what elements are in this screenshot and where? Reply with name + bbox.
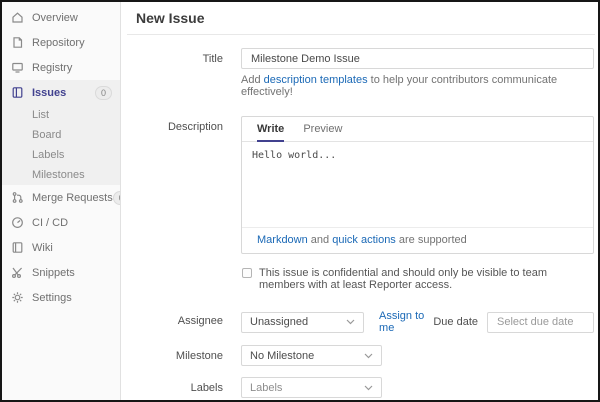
sidebar-item-ci-cd[interactable]: CI / CD (2, 210, 120, 235)
gitlab-new-issue-page: Overview Repository Registry Issues 0 (0, 0, 600, 402)
sidebar-item-label: List (32, 109, 49, 121)
due-date-input[interactable] (487, 312, 594, 333)
assignee-row: Assignee Unassigned Assign to me Due dat… (122, 310, 594, 334)
assignee-value: Unassigned (250, 316, 308, 328)
sidebar-item-label: Issues (32, 87, 66, 99)
description-label: Description (122, 116, 223, 133)
sidebar-item-label: Settings (32, 292, 72, 304)
chevron-down-icon (364, 385, 373, 391)
gauge-icon (11, 216, 24, 229)
sidebar-item-registry[interactable]: Registry (2, 55, 120, 80)
sidebar-item-list[interactable]: List (2, 105, 120, 125)
sidebar-item-label: Wiki (32, 242, 53, 254)
page-title: New Issue (127, 2, 595, 35)
milestone-label: Milestone (122, 345, 223, 362)
labels-label: Labels (122, 377, 223, 394)
due-date-label: Due date (433, 316, 478, 328)
sidebar-item-label: Milestones (32, 169, 85, 181)
sidebar-item-repository[interactable]: Repository (2, 30, 120, 55)
confidential-label-spacer (122, 267, 223, 272)
footer-mid-text: and (308, 234, 332, 246)
sidebar-item-label: Board (32, 129, 61, 141)
gear-icon (11, 291, 24, 304)
sidebar-item-label: Overview (32, 12, 78, 24)
sidebar-item-settings[interactable]: Settings (2, 285, 120, 310)
assign-to-me-link[interactable]: Assign to me (379, 310, 433, 334)
issues-icon (11, 86, 24, 99)
sidebar-item-label: Registry (32, 62, 72, 74)
sidebar-group-issues: Issues 0 List Board Labels Milestones (2, 80, 120, 185)
sidebar-item-wiki[interactable]: Wiki (2, 235, 120, 260)
confidential-checkbox[interactable] (242, 268, 252, 278)
description-templates-link[interactable]: description templates (264, 74, 368, 86)
home-icon (11, 11, 24, 24)
editor-tabs: Write Preview (242, 117, 593, 142)
sidebar-item-label: Labels (32, 149, 64, 161)
milestone-row: Milestone No Milestone (122, 345, 594, 366)
milestone-dropdown[interactable]: No Milestone (241, 345, 382, 366)
merge-requests-count-badge: 0 (113, 191, 121, 205)
monitor-icon (11, 61, 24, 74)
confidential-checkbox-label[interactable]: This issue is confidential and should on… (241, 267, 594, 291)
description-field-area: Write Preview Hello world... Markdown an… (241, 116, 594, 254)
milestone-value: No Milestone (250, 350, 314, 362)
editor-footer: Markdown and quick actions are supported (242, 227, 593, 253)
sidebar-item-label: Merge Requests (32, 192, 113, 204)
project-sidebar: Overview Repository Registry Issues 0 (2, 2, 121, 400)
chevron-down-icon (364, 353, 373, 359)
tab-preview[interactable]: Preview (303, 117, 342, 141)
new-issue-form: Title Add description templates to help … (121, 35, 598, 398)
document-icon (11, 36, 24, 49)
title-field-area: Add description templates to help your c… (241, 48, 594, 98)
labels-value: Labels (250, 382, 282, 394)
sidebar-item-label: CI / CD (32, 217, 68, 229)
labels-dropdown[interactable]: Labels (241, 377, 382, 398)
confidential-field-area: This issue is confidential and should on… (241, 267, 594, 291)
quick-actions-link[interactable]: quick actions (332, 234, 396, 246)
sidebar-item-overview[interactable]: Overview (2, 5, 120, 30)
description-row: Description Write Preview Hello world...… (122, 116, 594, 254)
merge-request-icon (11, 191, 24, 204)
title-input[interactable] (241, 48, 594, 69)
sidebar-item-label: Snippets (32, 267, 75, 279)
tab-write[interactable]: Write (257, 117, 284, 141)
chevron-down-icon (346, 319, 355, 325)
description-textarea[interactable]: Hello world... (242, 142, 593, 227)
scissors-icon (11, 266, 24, 279)
sidebar-item-snippets[interactable]: Snippets (2, 260, 120, 285)
book-icon (11, 241, 24, 254)
confidential-row: This issue is confidential and should on… (122, 267, 594, 291)
assignee-dropdown[interactable]: Unassigned (241, 312, 364, 333)
sidebar-item-label: Repository (32, 37, 85, 49)
assignee-label: Assignee (122, 310, 223, 327)
sidebar-item-board[interactable]: Board (2, 125, 120, 145)
footer-suffix-text: are supported (396, 234, 467, 246)
assignee-field-area: Unassigned Assign to me Due date (241, 310, 594, 334)
sidebar-item-milestones[interactable]: Milestones (2, 165, 120, 185)
title-label: Title (122, 48, 223, 65)
sidebar-item-merge-requests[interactable]: Merge Requests 0 (2, 185, 120, 210)
labels-field-area: Labels (241, 377, 594, 398)
issues-count-badge: 0 (95, 86, 112, 100)
title-helper-text: Add description templates to help your c… (241, 74, 594, 98)
helper-prefix: Add (241, 74, 264, 86)
title-row: Title Add description templates to help … (122, 48, 594, 98)
description-editor: Write Preview Hello world... Markdown an… (241, 116, 594, 254)
confidential-text: This issue is confidential and should on… (259, 267, 594, 291)
sidebar-item-labels[interactable]: Labels (2, 145, 120, 165)
main-content: New Issue Title Add description template… (121, 2, 598, 400)
milestone-field-area: No Milestone (241, 345, 594, 366)
sidebar-item-issues[interactable]: Issues 0 (2, 80, 120, 105)
markdown-link[interactable]: Markdown (257, 234, 308, 246)
labels-row: Labels Labels (122, 377, 594, 398)
